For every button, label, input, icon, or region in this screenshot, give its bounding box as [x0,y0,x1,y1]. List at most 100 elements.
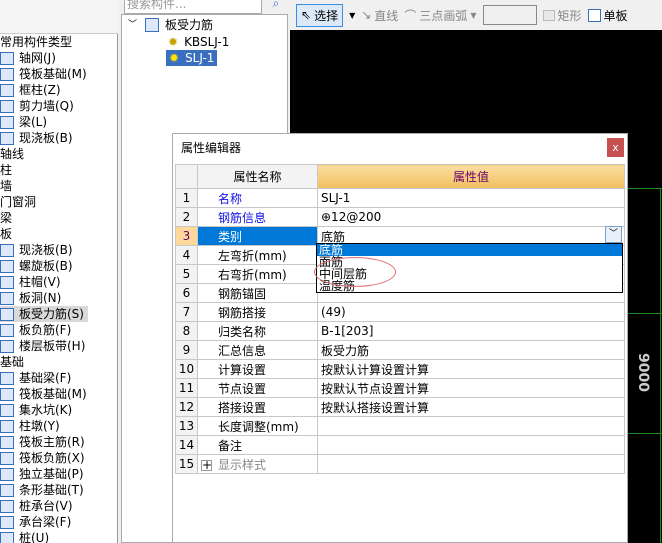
property-name: 类别 [197,226,318,246]
property-name: + 显示样式 [197,454,318,474]
tree-node-kbslj[interactable]: ✹ KBSLJ-1 [168,34,229,50]
select-button[interactable]: ⇖ 选择 [296,3,344,27]
component-type-item[interactable]: 承台梁(F) [0,514,117,530]
component-type-item[interactable]: 螺旋板(B) [0,258,117,274]
row-number: 4 [175,245,198,265]
category-header[interactable]: 常用构件类型 [0,34,117,50]
tree-node-slj[interactable]: ✹ SLJ-1 [166,50,218,66]
category-header[interactable]: 基础 [0,354,117,370]
component-type-item[interactable]: 筏板负筋(X) [0,450,117,466]
component-type-item[interactable]: 基础梁(F) [0,370,117,386]
property-value[interactable] [317,416,625,436]
component-type-item[interactable]: 现浇板(B) [0,242,117,258]
property-value[interactable]: 按默认节点设置计算 [317,378,625,398]
property-value[interactable]: (49) [317,302,625,322]
expand-icon[interactable]: + [201,459,212,471]
rect-icon [542,9,555,21]
grid-line [628,313,662,314]
close-button[interactable]: x [607,138,624,157]
property-row[interactable]: 2 钢筋信息 ⊕12@200 [175,207,625,227]
dropdown-arrow-icon[interactable]: ▼ [349,11,355,20]
select-label: 选择 [314,8,339,23]
item-label: 轴网(J) [19,51,56,65]
component-icon [0,451,14,465]
arc-button[interactable]: ⌒ 三点画弧 ▼ [404,7,476,24]
row-number: 14 [175,435,198,455]
dropdown-option[interactable]: 底筋 [317,244,622,256]
rect-button[interactable]: 矩形 [542,7,582,24]
dropdown-toggle-button[interactable]: ﹀ [605,226,622,243]
property-value[interactable]: SLJ-1 [317,188,625,208]
component-type-item[interactable]: 柱墩(Y) [0,418,117,434]
property-value[interactable]: 按默认计算设置计算 [317,359,625,379]
property-value[interactable]: ⊕12@200 [317,207,625,227]
tree-node-root[interactable]: ﹀ 板受力筋 [128,17,213,33]
component-type-item[interactable]: 筏板基础(M) [0,386,117,402]
component-type-item[interactable]: 桩(U) [0,530,117,543]
component-type-item[interactable]: 柱帽(V) [0,274,117,290]
property-name: 钢筋锚固 [197,283,318,303]
component-type-item[interactable]: 筏板主筋(R) [0,434,117,450]
component-icon [0,515,14,529]
component-type-item[interactable]: 框柱(Z) [0,82,117,98]
property-row[interactable]: 9 汇总信息 板受力筋 [175,340,625,360]
component-icon [0,83,14,97]
component-type-item[interactable]: 剪力墙(Q) [0,98,117,114]
component-type-item[interactable]: 梁(L) [0,114,117,130]
component-type-item[interactable]: 独立基础(P) [0,466,117,482]
property-name: 搭接设置 [197,397,318,417]
row-number: 10 [175,359,198,379]
row-number: 6 [175,283,198,303]
component-type-item[interactable]: 集水坑(K) [0,402,117,418]
component-type-item[interactable]: 条形基础(T) [0,482,117,498]
property-row[interactable]: 1 名称 SLJ-1 [175,188,625,208]
item-label: 梁(L) [19,115,48,129]
gear-icon: ✹ [168,35,179,49]
property-value[interactable]: 板受力筋 [317,340,625,360]
category-header[interactable]: 墙 [0,178,117,194]
property-name-label: 备注 [218,438,243,453]
property-row[interactable]: 8 归类名称 B-1[203] [175,321,625,341]
component-type-item[interactable]: 板负筋(F) [0,322,117,338]
component-type-item[interactable]: 筏板基础(M) [0,66,117,82]
component-type-item[interactable]: 板洞(N) [0,290,117,306]
board-icon [587,8,601,22]
property-value[interactable]: B-1[203] [317,321,625,341]
item-label: 门窗洞 [0,195,37,209]
property-row[interactable]: 11 节点设置 按默认节点设置计算 [175,378,625,398]
property-row[interactable]: 10 计算设置 按默认计算设置计算 [175,359,625,379]
component-type-item[interactable]: 现浇板(B) [0,130,117,146]
property-name: 长度调整(mm) [197,416,318,436]
property-value[interactable] [317,435,625,455]
property-name-label: 钢筋搭接 [218,305,267,320]
property-row[interactable]: 12 搭接设置 按默认搭接设置计算 [175,397,625,417]
item-label: 墙 [0,179,13,193]
category-header[interactable]: 柱 [0,162,117,178]
component-type-item[interactable]: 桩承台(V) [0,498,117,514]
style-select[interactable] [482,5,537,25]
category-header[interactable]: 门窗洞 [0,194,117,210]
component-type-item[interactable]: 板受力筋(S) [0,306,88,322]
single-board-button[interactable]: 单板 [587,7,628,24]
row-number: 7 [175,302,198,322]
search-input[interactable]: 搜索构件... [124,0,262,14]
category-header[interactable]: 梁 [0,210,117,226]
row-number: 9 [175,340,198,360]
property-value[interactable]: 按默认搭接设置计算 [317,397,625,417]
property-row[interactable]: 7 钢筋搭接 (49) [175,302,625,322]
chevron-down-icon[interactable]: ﹀ [128,17,137,33]
item-label: 楼层板带(H) [19,339,86,353]
item-label: 独立基础(P) [19,467,84,481]
category-header[interactable]: 轴线 [0,146,117,162]
line-button[interactable]: ↘ 直线 [361,7,398,24]
property-row[interactable]: 14 备注 [175,435,625,455]
row-number-header [175,164,198,189]
category-header[interactable]: 板 [0,226,117,242]
component-type-item[interactable]: 楼层板带(H) [0,338,117,354]
property-row[interactable]: 13 长度调整(mm) [175,416,625,436]
property-value[interactable] [317,454,625,474]
property-row[interactable]: 15 + 显示样式 [175,454,625,474]
property-name-label: 节点设置 [218,381,267,396]
search-icon[interactable]: ⌕ [264,0,288,14]
component-type-item[interactable]: 轴网(J) [0,50,117,66]
